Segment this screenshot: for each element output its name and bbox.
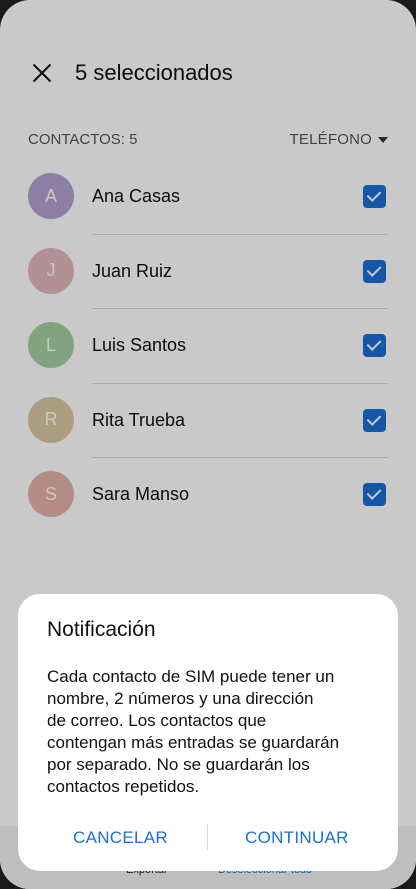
phone-screen: 100 % 10:00 5 seleccionados CONTACTOS: 5… [0,0,416,889]
dialog-message: Cada contacto de SIM puede tener un nomb… [47,667,340,796]
notification-dialog: Notificación Cada contacto de SIM puede … [18,594,398,871]
cancel-button[interactable]: CANCELAR [73,828,168,848]
button-separator [207,824,208,850]
dialog-actions: CANCELAR CONTINUAR [18,822,398,856]
continue-button[interactable]: CONTINUAR [245,828,349,848]
dialog-title: Notificación [47,618,156,641]
